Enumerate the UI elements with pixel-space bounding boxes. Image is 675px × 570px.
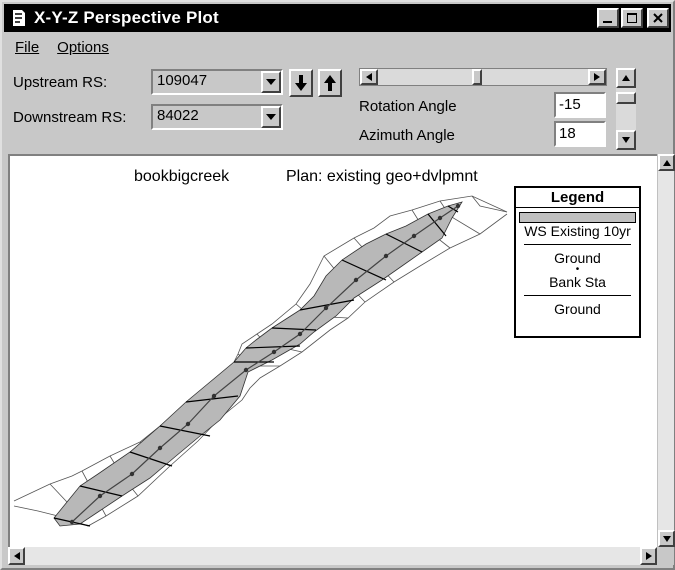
menu-options-label: Options — [57, 38, 109, 56]
azimuth-angle-label: Azimuth Angle — [359, 127, 455, 144]
azimuth-scrollbar[interactable] — [616, 68, 636, 150]
legend-bank-label: Bank Sta — [549, 274, 606, 290]
menu-file-label: File — [15, 38, 40, 56]
chevron-down-icon — [266, 79, 276, 85]
minimize-button[interactable] — [597, 8, 619, 28]
legend-ws-swatch — [519, 212, 636, 223]
rotation-slider[interactable] — [359, 68, 607, 86]
plot-scroll-left-button[interactable] — [8, 547, 25, 565]
upstream-dropdown-button[interactable] — [261, 71, 281, 93]
upstream-select[interactable]: 109047 — [151, 69, 283, 95]
arrow-right-icon — [594, 73, 600, 81]
legend-divider — [524, 244, 631, 245]
rotation-angle-label: Rotation Angle — [359, 98, 457, 115]
window-title: X-Y-Z Perspective Plot — [34, 8, 219, 27]
close-icon — [653, 13, 663, 23]
scroll-right-button[interactable] — [588, 69, 606, 85]
app-window: X-Y-Z Perspective Plot File Options Upst… — [0, 0, 675, 570]
water-surface — [53, 201, 463, 527]
move-down-button[interactable] — [289, 69, 313, 97]
legend: Legend WS Existing 10yr Ground • Bank St… — [514, 186, 641, 338]
menu-file[interactable]: File — [6, 39, 48, 56]
rotation-slider-thumb[interactable] — [472, 69, 482, 85]
azimuth-scroll-thumb[interactable] — [616, 92, 636, 104]
downstream-label: Downstream RS: — [13, 109, 127, 126]
menu-bar: File Options — [6, 35, 118, 59]
plot-horizontal-scrollbar[interactable] — [8, 547, 657, 565]
menu-options[interactable]: Options — [48, 39, 118, 56]
upstream-label: Upstream RS: — [13, 74, 108, 91]
maximize-button[interactable] — [621, 8, 643, 28]
downstream-dropdown-button[interactable] — [261, 106, 281, 128]
legend-divider — [524, 295, 631, 296]
move-up-button[interactable] — [318, 69, 342, 97]
scroll-down-button[interactable] — [616, 130, 636, 150]
arrow-down-icon — [662, 535, 671, 542]
arrow-left-icon — [366, 73, 372, 81]
arrow-up-icon — [622, 75, 630, 81]
arrow-up-icon — [324, 75, 336, 91]
app-icon — [10, 8, 28, 28]
maximize-icon — [627, 13, 637, 23]
azimuth-angle-input[interactable]: 18 — [554, 121, 606, 147]
arrow-down-icon — [622, 137, 630, 143]
minimize-icon — [603, 21, 612, 23]
upstream-value: 109047 — [157, 72, 208, 89]
downstream-select[interactable]: 84022 — [151, 104, 283, 130]
rotation-angle-input[interactable]: -15 — [554, 92, 606, 118]
arrow-right-icon — [645, 552, 652, 560]
plot-scroll-up-button[interactable] — [658, 154, 675, 171]
arrow-up-icon — [662, 159, 671, 166]
scroll-up-button[interactable] — [616, 68, 636, 88]
rotation-angle-value: -15 — [559, 96, 581, 113]
plot-vertical-scrollbar[interactable] — [657, 154, 675, 547]
plot-scroll-down-button[interactable] — [658, 530, 675, 547]
arrow-left-icon — [13, 552, 20, 560]
plot-scroll-right-button[interactable] — [640, 547, 657, 565]
legend-ws-label: WS Existing 10yr — [524, 223, 631, 239]
title-bar[interactable]: X-Y-Z Perspective Plot — [4, 4, 671, 32]
scrollbar-corner — [657, 547, 674, 565]
plot-area[interactable]: bookbigcreek Plan: existing geo+dvlpmnt — [8, 154, 658, 547]
downstream-value: 84022 — [157, 107, 199, 124]
azimuth-angle-value: 18 — [559, 125, 576, 142]
legend-title: Legend — [516, 188, 639, 208]
scroll-left-button[interactable] — [360, 69, 378, 85]
chevron-down-icon — [266, 114, 276, 120]
legend-ground2-label: Ground — [554, 301, 601, 317]
close-button[interactable] — [647, 8, 669, 28]
arrow-down-icon — [295, 75, 307, 91]
legend-bank-marker: • — [575, 264, 580, 275]
